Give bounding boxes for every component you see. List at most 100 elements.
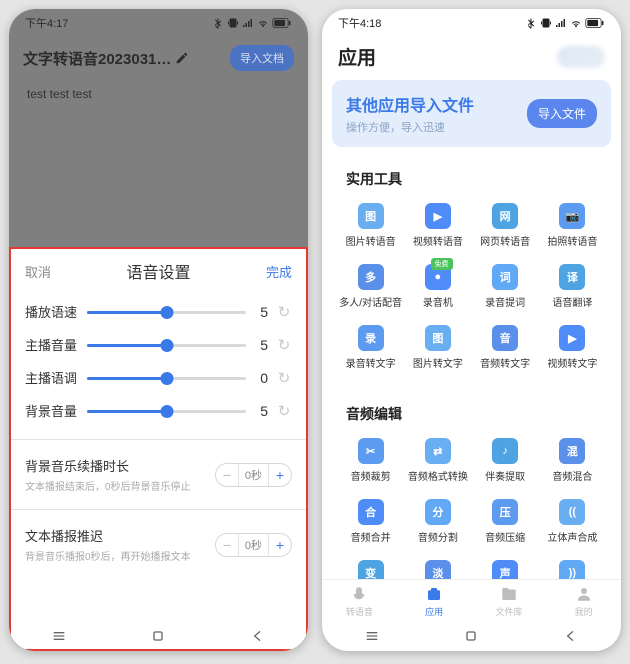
stepper-minus[interactable]: − — [216, 464, 238, 486]
tool-label: 音频合并 — [351, 529, 391, 544]
tool-item[interactable]: 免费●录音机 — [405, 260, 470, 317]
tool-item[interactable]: 图图片转文字 — [405, 321, 470, 378]
tool-item[interactable]: 音音频转文字 — [473, 321, 538, 378]
stepper-minus[interactable]: − — [216, 534, 238, 556]
tool-label: 音频转文字 — [480, 355, 530, 370]
tool-item[interactable]: 分音频分割 — [405, 495, 470, 552]
tool-item[interactable]: ✂音频裁剪 — [338, 434, 403, 491]
android-nav-bar — [322, 621, 621, 651]
phone-screenshot-left: 下午4:17 文字转语音2023031… 导入文档 test test test… — [9, 9, 308, 651]
done-button[interactable]: 完成 — [266, 262, 292, 281]
import-file-button[interactable]: 导入文件 — [527, 99, 597, 128]
slider-value: 0 — [254, 370, 268, 386]
tool-label: 视频转语音 — [413, 233, 463, 248]
slider-row: 播放语速5↻ — [25, 295, 292, 328]
cancel-button[interactable]: 取消 — [25, 262, 51, 281]
home-icon[interactable] — [150, 628, 166, 644]
signal-icon — [242, 17, 254, 29]
tab-转语音[interactable]: 转语音 — [322, 580, 397, 623]
stepper-plus[interactable]: + — [269, 534, 291, 556]
timer-text: 文本播报推迟背景音乐播报0秒后，再开始播报文本 — [25, 526, 191, 563]
home-icon[interactable] — [463, 628, 479, 644]
tool-item[interactable]: 合音频合并 — [338, 495, 403, 552]
tool-item[interactable]: 译语音翻译 — [540, 260, 605, 317]
tab-文件库[interactable]: 文件库 — [472, 580, 547, 623]
tool-item[interactable]: 压音频压缩 — [473, 495, 538, 552]
tool-label: 多人/对话配音 — [339, 294, 402, 309]
tool-item[interactable]: 录录音转文字 — [338, 321, 403, 378]
reset-icon[interactable]: ↻ — [276, 402, 292, 420]
stepper-plus[interactable]: + — [269, 464, 291, 486]
slider-track[interactable] — [87, 371, 246, 385]
slider-value: 5 — [254, 403, 268, 419]
sheet-header: 取消 语音设置 完成 — [11, 249, 306, 285]
tab-应用[interactable]: 应用 — [397, 580, 472, 623]
tool-item[interactable]: 图图片转语音 — [338, 199, 403, 256]
tool-icon: ✂ — [358, 438, 384, 464]
timer-subtitle: 文本播报结束后，0秒后背景音乐停止 — [25, 478, 191, 493]
wifi-icon — [257, 17, 269, 29]
vibrate-icon — [540, 17, 552, 29]
tool-item[interactable]: ▶视频转语音 — [405, 199, 470, 256]
timer-text: 背景音乐续播时长文本播报结束后，0秒后背景音乐停止 — [25, 456, 191, 493]
recent-apps-icon[interactable] — [51, 628, 67, 644]
slider-track[interactable] — [87, 305, 246, 319]
tool-icon: 音 — [492, 325, 518, 351]
tab-label: 应用 — [425, 605, 443, 618]
scroll-area[interactable]: 其他应用导入文件 操作方便，导入迅速 导入文件 实用工具 图图片转语音▶视频转语… — [322, 80, 621, 651]
editor-content[interactable]: test test test — [9, 79, 308, 109]
timer-title: 文本播报推迟 — [25, 526, 191, 545]
tool-item[interactable]: ▶视频转文字 — [540, 321, 605, 378]
slider-row: 主播语调0↻ — [25, 361, 292, 394]
tool-item[interactable]: ⇄音频格式转换 — [405, 434, 470, 491]
status-icons — [212, 17, 292, 29]
tool-item[interactable]: ♪伴奏提取 — [473, 434, 538, 491]
tool-item[interactable]: 多多人/对话配音 — [338, 260, 403, 317]
timer-subtitle: 背景音乐播报0秒后，再开始播报文本 — [25, 548, 191, 563]
voice-settings-sheet: 取消 语音设置 完成 播放语速5↻主播音量5↻主播语调0↻背景音量5↻ 背景音乐… — [9, 247, 308, 651]
tab-label: 转语音 — [346, 605, 373, 618]
page-title: 文字转语音2023031… — [23, 48, 189, 69]
free-badge: 免费 — [431, 258, 453, 270]
android-nav-bar — [9, 621, 308, 651]
slider-track[interactable] — [87, 404, 246, 418]
sheet-title: 语音设置 — [126, 259, 190, 283]
tool-label: 音频格式转换 — [408, 468, 468, 483]
bluetooth-icon — [212, 17, 224, 29]
reset-icon[interactable]: ↻ — [276, 303, 292, 321]
tool-grid: 图图片转语音▶视频转语音网网页转语音📷拍照转语音多多人/对话配音免费●录音机词录… — [338, 199, 605, 378]
recent-apps-icon[interactable] — [364, 628, 380, 644]
slider-row: 主播音量5↻ — [25, 328, 292, 361]
divider — [11, 509, 306, 510]
tool-item[interactable]: 网网页转语音 — [473, 199, 538, 256]
signal-icon — [555, 17, 567, 29]
user-icon — [575, 585, 593, 603]
bottom-tabbar: 转语音 应用 文件库我的 — [322, 579, 621, 623]
tool-label: 语音翻译 — [552, 294, 592, 309]
import-doc-button[interactable]: 导入文档 — [230, 45, 294, 71]
back-icon[interactable] — [250, 628, 266, 644]
tool-icon: 录 — [358, 325, 384, 351]
files-icon — [500, 585, 518, 603]
tool-item[interactable]: 词录音提词 — [473, 260, 538, 317]
slider-value: 5 — [254, 337, 268, 353]
tab-label: 我的 — [575, 605, 593, 618]
edit-icon[interactable] — [175, 51, 189, 65]
timers-group: 背景音乐续播时长文本播报结束后，0秒后背景音乐停止−0秒+文本播报推迟背景音乐播… — [11, 446, 306, 573]
slider-track[interactable] — [87, 338, 246, 352]
tool-item[interactable]: 混音频混合 — [540, 434, 605, 491]
tool-item[interactable]: ((立体声合成 — [540, 495, 605, 552]
tool-icon: 📷 — [559, 203, 585, 229]
reset-icon[interactable]: ↻ — [276, 369, 292, 387]
back-icon[interactable] — [563, 628, 579, 644]
tool-label: 录音提词 — [485, 294, 525, 309]
tool-label: 图片转语音 — [346, 233, 396, 248]
reset-icon[interactable]: ↻ — [276, 336, 292, 354]
tab-我的[interactable]: 我的 — [546, 580, 621, 623]
section-title: 实用工具 — [338, 169, 605, 199]
tool-label: 音频分割 — [418, 529, 458, 544]
tool-item[interactable]: 📷拍照转语音 — [540, 199, 605, 256]
banner-subtitle: 操作方便，导入迅速 — [346, 119, 474, 135]
tool-icon: (( — [559, 499, 585, 525]
phone-screenshot-right: 下午4:18 应用 其他应用导入文件 操作方便，导入迅速 导入文件 实用工具 图… — [322, 9, 621, 651]
